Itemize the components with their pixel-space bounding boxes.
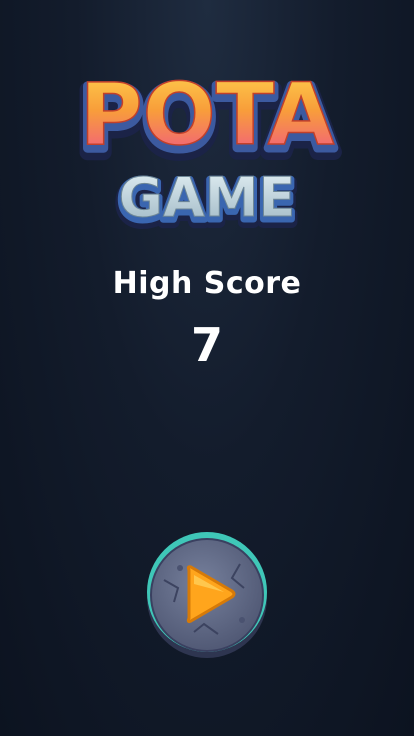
high-score-value: 7: [190, 318, 223, 372]
play-button[interactable]: [144, 528, 270, 660]
stone-pit: [239, 617, 245, 623]
high-score-label: High Score: [112, 266, 302, 301]
logo-line2: GAME: [119, 166, 296, 229]
stone-pit: [177, 565, 183, 571]
logo-line1: POTA: [80, 65, 335, 165]
game-logo: POTA POTA POTA GAME GAME GAME: [67, 64, 347, 234]
